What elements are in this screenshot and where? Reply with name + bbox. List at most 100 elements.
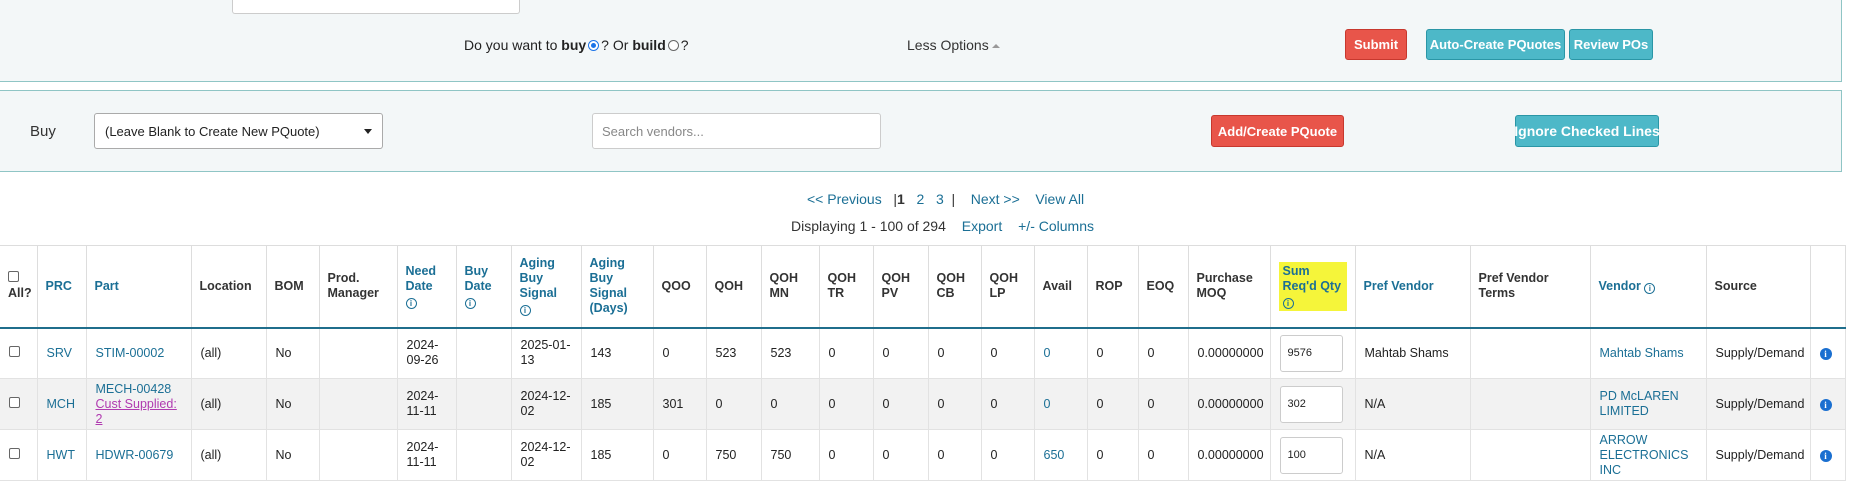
col-source: Source <box>1706 245 1811 329</box>
row-checkbox[interactable] <box>9 447 20 459</box>
prc-cell[interactable]: MCH <box>37 378 87 430</box>
col-aging-days[interactable]: Aging Buy Signal (Days) <box>581 245 654 329</box>
info-icon[interactable]: i <box>405 297 417 309</box>
aging-days-cell: 185 <box>581 429 654 481</box>
avail-cell[interactable]: 0 <box>1034 378 1088 430</box>
purchase-table: All? PRC Part Location BOM Prod. Manager… <box>0 245 1846 481</box>
row-select[interactable] <box>0 378 38 430</box>
row-checkbox[interactable] <box>9 345 20 357</box>
part-cell[interactable]: HDWR-00679 <box>86 429 192 481</box>
less-options-toggle[interactable]: Less Options <box>907 37 1000 53</box>
rop-cell: 0 <box>1087 429 1139 481</box>
sum-qty-input[interactable]: 100 <box>1279 436 1343 474</box>
pquote-select[interactable]: (Leave Blank to Create New PQuote) <box>94 113 383 149</box>
moq-cell: 0.00000000 <box>1188 429 1271 481</box>
col-pref-vendor-terms: Pref Vendor Terms <box>1470 245 1591 329</box>
prc-cell[interactable]: SRV <box>37 327 87 379</box>
top-stub-input[interactable] <box>232 0 520 14</box>
info-icon[interactable]: i <box>1819 398 1832 411</box>
pref-vendor-terms-cell <box>1470 429 1591 481</box>
part-link[interactable]: MECH-00428 <box>96 382 172 396</box>
prod-manager-cell <box>319 378 398 430</box>
qoh-cb-cell: 0 <box>928 327 982 379</box>
buy-radio[interactable] <box>588 40 600 51</box>
pref-vendor-cell: Mahtab Shams <box>1355 327 1471 379</box>
pref-vendor-cell: N/A <box>1355 378 1471 430</box>
row-select[interactable] <box>0 327 38 379</box>
info-icon[interactable]: i <box>519 305 531 317</box>
sum-qty-input[interactable]: 9576 <box>1279 334 1343 372</box>
col-aging-signal[interactable]: Aging Buy Signal i <box>511 245 582 329</box>
sum-qty-input[interactable]: 302 <box>1279 385 1343 423</box>
select-all-checkbox[interactable] <box>8 271 19 283</box>
previous-link[interactable]: << Previous <box>807 191 882 207</box>
need-date-cell: 2024-09-26 <box>397 327 457 379</box>
row-info[interactable]: i <box>1810 429 1846 481</box>
sum-qty-cell[interactable]: 100 <box>1270 429 1356 481</box>
sum-qty-cell[interactable]: 9576 <box>1270 327 1356 379</box>
info-icon[interactable]: i <box>1282 297 1294 309</box>
export-link[interactable]: Export <box>962 218 1002 234</box>
col-buy-date[interactable]: Buy Date i <box>456 245 512 329</box>
sum-qty-cell[interactable]: 302 <box>1270 378 1356 430</box>
prod-manager-cell <box>319 327 398 379</box>
next-link[interactable]: Next >> <box>971 191 1020 207</box>
col-prod-manager: Prod. Manager <box>319 245 398 329</box>
submit-button[interactable]: Submit <box>1345 29 1407 60</box>
add-create-pquote-button[interactable]: Add/Create PQuote <box>1211 115 1344 147</box>
columns-link[interactable]: +/- Columns <box>1018 218 1094 234</box>
col-qoh: QOH <box>706 245 762 329</box>
table-header-row: All? PRC Part Location BOM Prod. Manager… <box>0 245 1846 329</box>
aging-signal-cell: 2024-12-02 <box>511 429 582 481</box>
cust-supplied-link[interactable]: Cust Supplied: 2 <box>96 397 182 427</box>
row-checkbox[interactable] <box>9 396 20 408</box>
need-date-cell: 2024-11-11 <box>397 378 457 430</box>
vendor-cell[interactable]: PD McLAREN LIMITED <box>1590 378 1707 430</box>
col-qoh-lp: QOH LP <box>981 245 1035 329</box>
col-sum-reqd-qty[interactable]: Sum Req'd Qty i <box>1270 245 1356 329</box>
avail-cell[interactable]: 650 <box>1034 429 1088 481</box>
location-cell: (all) <box>191 378 267 430</box>
vendor-cell[interactable]: ARROW ELECTRONICS INC <box>1590 429 1707 481</box>
col-need-date[interactable]: Need Date i <box>397 245 457 329</box>
table-row: HWT HDWR-00679 (all) No 2024-11-11 2024-12-02… <box>0 429 1846 481</box>
part-cell[interactable]: MECH-00428 Cust Supplied: 2 <box>86 378 192 430</box>
col-prc[interactable]: PRC <box>37 245 87 329</box>
vendor-cell[interactable]: Mahtab Shams <box>1590 327 1707 379</box>
page-3-link[interactable]: 3 <box>936 191 944 207</box>
build-radio[interactable] <box>667 40 679 51</box>
part-link[interactable]: HDWR-00679 <box>96 448 174 462</box>
review-pos-button[interactable]: Review POs <box>1569 29 1653 60</box>
info-icon[interactable]: i <box>1644 282 1656 294</box>
view-all-link[interactable]: View All <box>1035 191 1084 207</box>
source-cell: Supply/Demand <box>1706 429 1811 481</box>
info-icon[interactable]: i <box>464 297 476 309</box>
table-row: MCH MECH-00428 Cust Supplied: 2 (all) No 2024… <box>0 378 1846 430</box>
row-info[interactable]: i <box>1810 327 1846 379</box>
part-cell[interactable]: STIM-00002 <box>86 327 192 379</box>
col-qoh-tr: QOH TR <box>819 245 874 329</box>
bom-cell: No <box>266 429 320 481</box>
row-select[interactable] <box>0 429 38 481</box>
qoo-cell: 0 <box>653 327 707 379</box>
col-pref-vendor[interactable]: Pref Vendor <box>1355 245 1471 329</box>
qoh-mn-cell: 750 <box>761 429 820 481</box>
info-icon[interactable]: i <box>1819 347 1832 360</box>
info-icon[interactable]: i <box>1819 449 1832 462</box>
qoo-cell: 301 <box>653 378 707 430</box>
row-info[interactable]: i <box>1810 378 1846 430</box>
aging-days-cell: 185 <box>581 378 654 430</box>
prc-cell[interactable]: HWT <box>37 429 87 481</box>
avail-cell[interactable]: 0 <box>1034 327 1088 379</box>
pref-vendor-cell: N/A <box>1355 429 1471 481</box>
part-link[interactable]: STIM-00002 <box>96 346 165 360</box>
page-2-link[interactable]: 2 <box>917 191 925 207</box>
qoo-cell: 0 <box>653 429 707 481</box>
vendor-search-input[interactable]: Search vendors... <box>592 113 881 149</box>
col-part[interactable]: Part <box>86 245 192 329</box>
auto-create-pquotes-button[interactable]: Auto-Create PQuotes <box>1426 29 1565 60</box>
qoh-mn-cell: 0 <box>761 378 820 430</box>
ignore-checked-lines-button[interactable]: Ignore Checked Lines <box>1514 115 1660 147</box>
col-vendor[interactable]: Vendor i <box>1590 245 1707 329</box>
buy-date-cell <box>456 429 512 481</box>
